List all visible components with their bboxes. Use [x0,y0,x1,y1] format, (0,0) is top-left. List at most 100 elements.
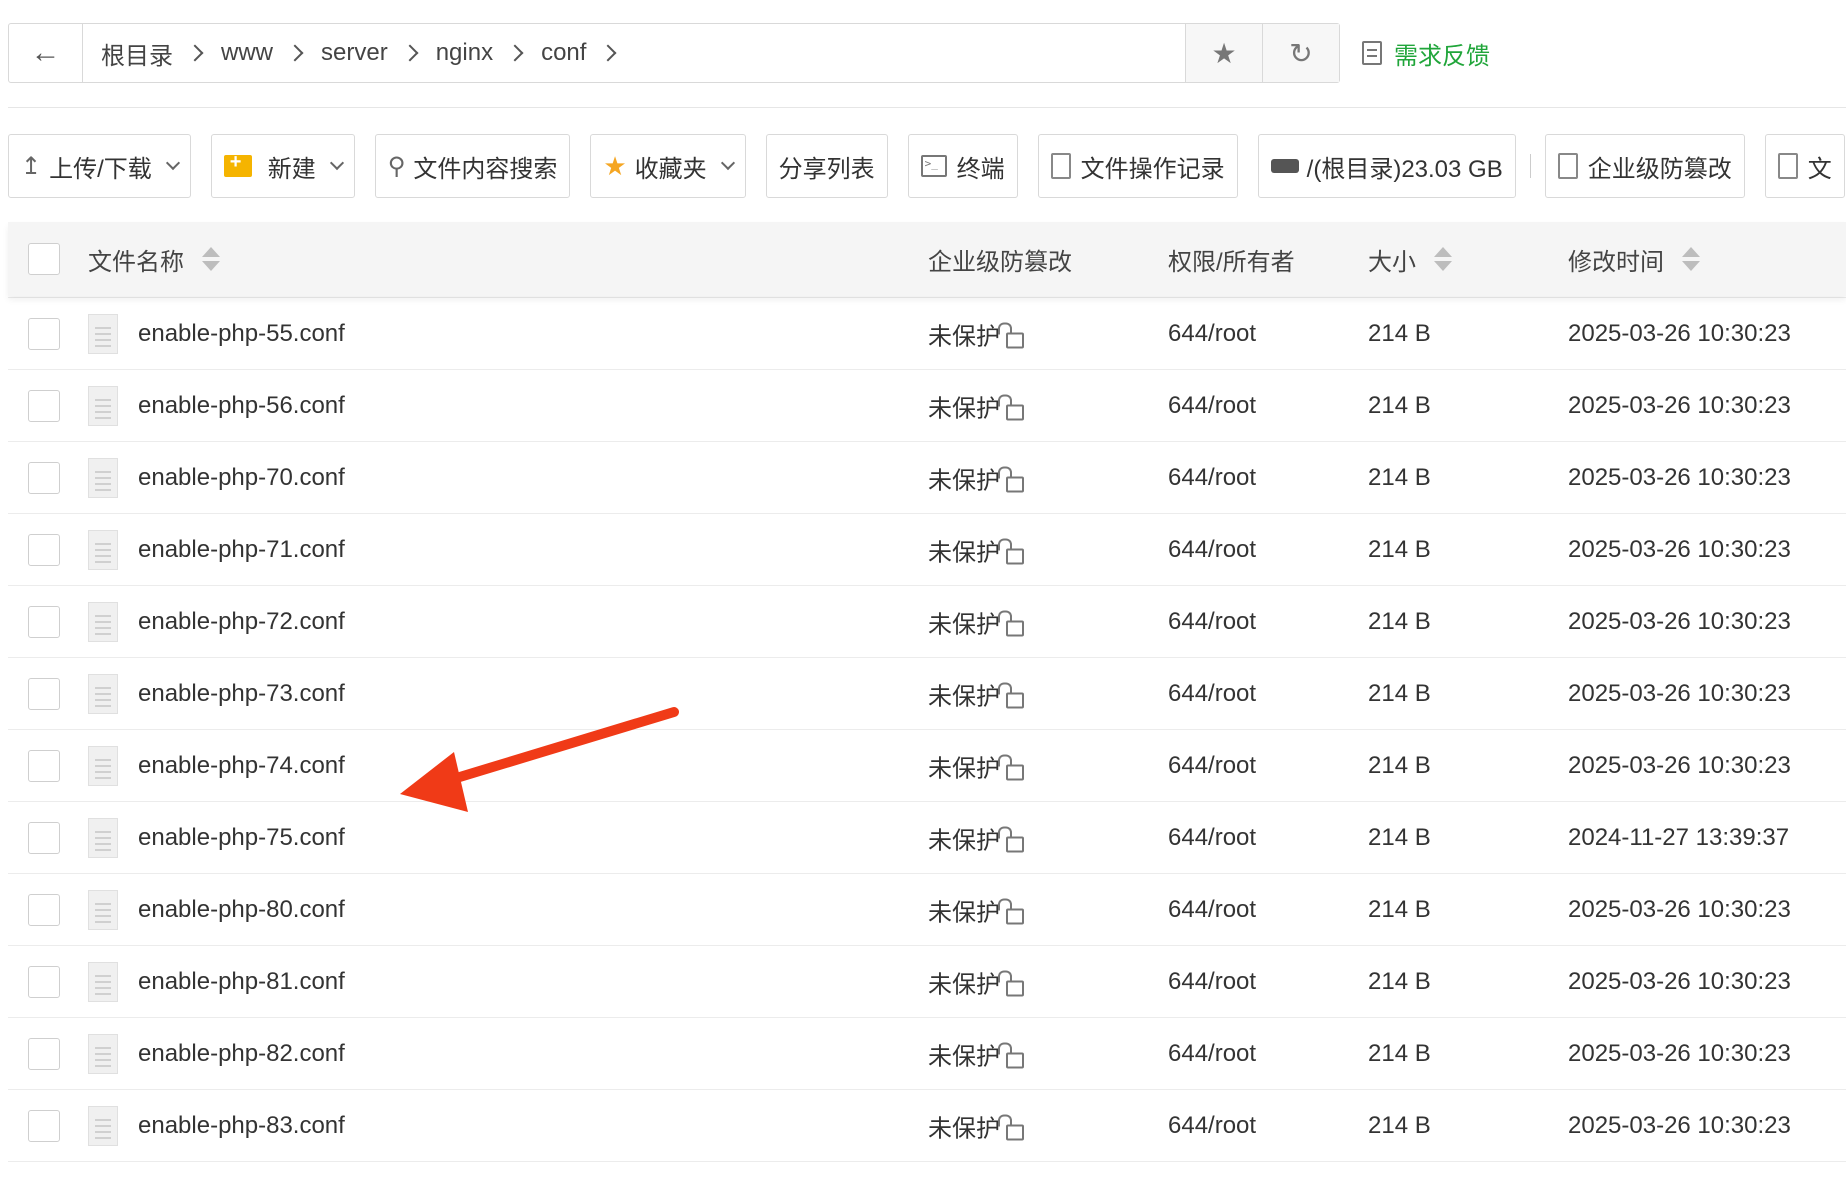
terminal-button[interactable]: 终端 [907,134,1018,198]
breadcrumb-item-server[interactable]: server [315,39,430,67]
file-name-cell[interactable]: enable-php-81.conf [88,961,345,1002]
file-name-cell[interactable]: enable-php-82.conf [88,1033,345,1074]
row-checkbox[interactable] [28,605,60,638]
file-name[interactable]: enable-php-74.conf [138,752,345,780]
disk-button[interactable]: /(根目录)23.03 GB [1257,134,1516,198]
favorite-button[interactable]: ★ [1185,24,1262,82]
column-header-size[interactable]: 大小 [1368,242,1452,277]
file-name[interactable]: enable-php-71.conf [138,536,345,564]
protect-status[interactable]: 未保护 [928,1036,1024,1071]
row-checkbox[interactable] [28,893,60,926]
file-name-cell[interactable]: enable-php-72.conf [88,601,345,642]
table-row[interactable]: enable-php-70.conf 未保护 644/root 214 B 20… [8,442,1846,514]
share-list-button[interactable]: 分享列表 [765,134,888,198]
table-row[interactable]: enable-php-73.conf 未保护 644/root 214 B 20… [8,658,1846,730]
select-all-checkbox[interactable] [28,243,60,275]
file-name-cell[interactable]: enable-php-73.conf [88,673,345,714]
file-name-cell[interactable]: enable-php-71.conf [88,529,345,570]
file-name[interactable]: enable-php-82.conf [138,1040,345,1068]
breadcrumb-item-www[interactable]: www [215,39,315,67]
permission-cell[interactable]: 644/root [1168,464,1256,492]
more-button[interactable]: 文 [1764,134,1845,198]
file-name-cell[interactable]: enable-php-70.conf [88,457,345,498]
file-name[interactable]: enable-php-70.conf [138,464,345,492]
row-checkbox[interactable] [28,1109,60,1142]
table-row[interactable]: enable-php-56.conf 未保护 644/root 214 B 20… [8,370,1846,442]
size-cell: 214 B [1368,679,1431,707]
unlock-icon [998,898,1024,924]
column-header-name[interactable]: 文件名称 [88,242,220,277]
file-name[interactable]: enable-php-72.conf [138,608,345,636]
permission-cell[interactable]: 644/root [1168,824,1256,852]
row-checkbox[interactable] [28,533,60,566]
protect-status[interactable]: 未保护 [928,892,1024,927]
permission-cell[interactable]: 644/root [1168,896,1256,924]
file-name-cell[interactable]: enable-php-55.conf [88,313,345,354]
table-row[interactable]: enable-php-71.conf 未保护 644/root 214 B 20… [8,514,1846,586]
permission-cell[interactable]: 644/root [1168,536,1256,564]
table-row[interactable]: enable-php-74.conf 未保护 644/root 214 B 20… [8,730,1846,802]
protect-status[interactable]: 未保护 [928,964,1024,999]
permission-cell[interactable]: 644/root [1168,392,1256,420]
file-op-log-button[interactable]: 文件操作记录 [1037,134,1238,198]
row-checkbox[interactable] [28,317,60,350]
file-name[interactable]: enable-php-80.conf [138,896,345,924]
file-name[interactable]: enable-php-56.conf [138,392,345,420]
table-row[interactable]: enable-php-81.conf 未保护 644/root 214 B 20… [8,946,1846,1018]
protect-status[interactable]: 未保护 [928,316,1024,351]
content-search-button[interactable]: ⚲ 文件内容搜索 [374,134,571,198]
file-name[interactable]: enable-php-73.conf [138,680,345,708]
feedback-link[interactable]: 需求反馈 [1362,36,1490,71]
file-name[interactable]: enable-php-83.conf [138,1112,345,1140]
permission-cell[interactable]: 644/root [1168,680,1256,708]
protect-status[interactable]: 未保护 [928,388,1024,423]
table-row[interactable]: enable-php-82.conf 未保护 644/root 214 B 20… [8,1018,1846,1090]
protect-status[interactable]: 未保护 [928,460,1024,495]
row-checkbox[interactable] [28,461,60,494]
permission-cell[interactable]: 644/root [1168,968,1256,996]
permission-cell[interactable]: 644/root [1168,1112,1256,1140]
back-button[interactable]: ← [9,24,83,82]
favorites-button[interactable]: ★ 收藏夹 [590,134,746,198]
file-icon [88,385,118,426]
row-checkbox[interactable] [28,1037,60,1070]
refresh-button[interactable]: ↻ [1262,24,1339,82]
file-name-cell[interactable]: enable-php-74.conf [88,745,345,786]
permission-cell[interactable]: 644/root [1168,320,1256,348]
permission-cell[interactable]: 644/root [1168,608,1256,636]
protect-status[interactable]: 未保护 [928,676,1024,711]
row-checkbox[interactable] [28,389,60,422]
row-checkbox[interactable] [28,677,60,710]
file-name-cell[interactable]: enable-php-80.conf [88,889,345,930]
file-name[interactable]: enable-php-75.conf [138,824,345,852]
permission-cell[interactable]: 644/root [1168,1040,1256,1068]
row-checkbox[interactable] [28,821,60,854]
table-row[interactable]: enable-php-72.conf 未保护 644/root 214 B 20… [8,586,1846,658]
row-checkbox[interactable] [28,965,60,998]
protect-status[interactable]: 未保护 [928,604,1024,639]
protect-status[interactable]: 未保护 [928,532,1024,567]
new-button[interactable]: 新建 [210,134,355,198]
file-name-cell[interactable]: enable-php-56.conf [88,385,345,426]
table-row[interactable]: enable-php-83.conf 未保护 644/root 214 B 20… [8,1090,1846,1162]
row-checkbox[interactable] [28,749,60,782]
breadcrumb-item-nginx[interactable]: nginx [430,39,535,67]
file-name[interactable]: enable-php-81.conf [138,968,345,996]
file-icon [88,457,118,498]
table-row[interactable]: enable-php-75.conf 未保护 644/root 214 B 20… [8,802,1846,874]
size-cell: 214 B [1368,1111,1431,1139]
table-row[interactable]: enable-php-55.conf 未保护 644/root 214 B 20… [8,298,1846,370]
protect-status[interactable]: 未保护 [928,1108,1024,1143]
breadcrumb-item-root[interactable]: 根目录 [95,36,215,71]
file-name-cell[interactable]: enable-php-83.conf [88,1105,345,1146]
permission-cell[interactable]: 644/root [1168,752,1256,780]
tamper-protect-button[interactable]: 企业级防篡改 [1544,134,1745,198]
file-name[interactable]: enable-php-55.conf [138,320,345,348]
table-row[interactable]: enable-php-80.conf 未保护 644/root 214 B 20… [8,874,1846,946]
breadcrumb-item-conf[interactable]: conf [535,39,628,67]
column-header-time[interactable]: 修改时间 [1568,242,1700,277]
file-name-cell[interactable]: enable-php-75.conf [88,817,345,858]
protect-status[interactable]: 未保护 [928,748,1024,783]
protect-status[interactable]: 未保护 [928,820,1024,855]
upload-download-button[interactable]: ↥ 上传/下载 [8,134,191,198]
